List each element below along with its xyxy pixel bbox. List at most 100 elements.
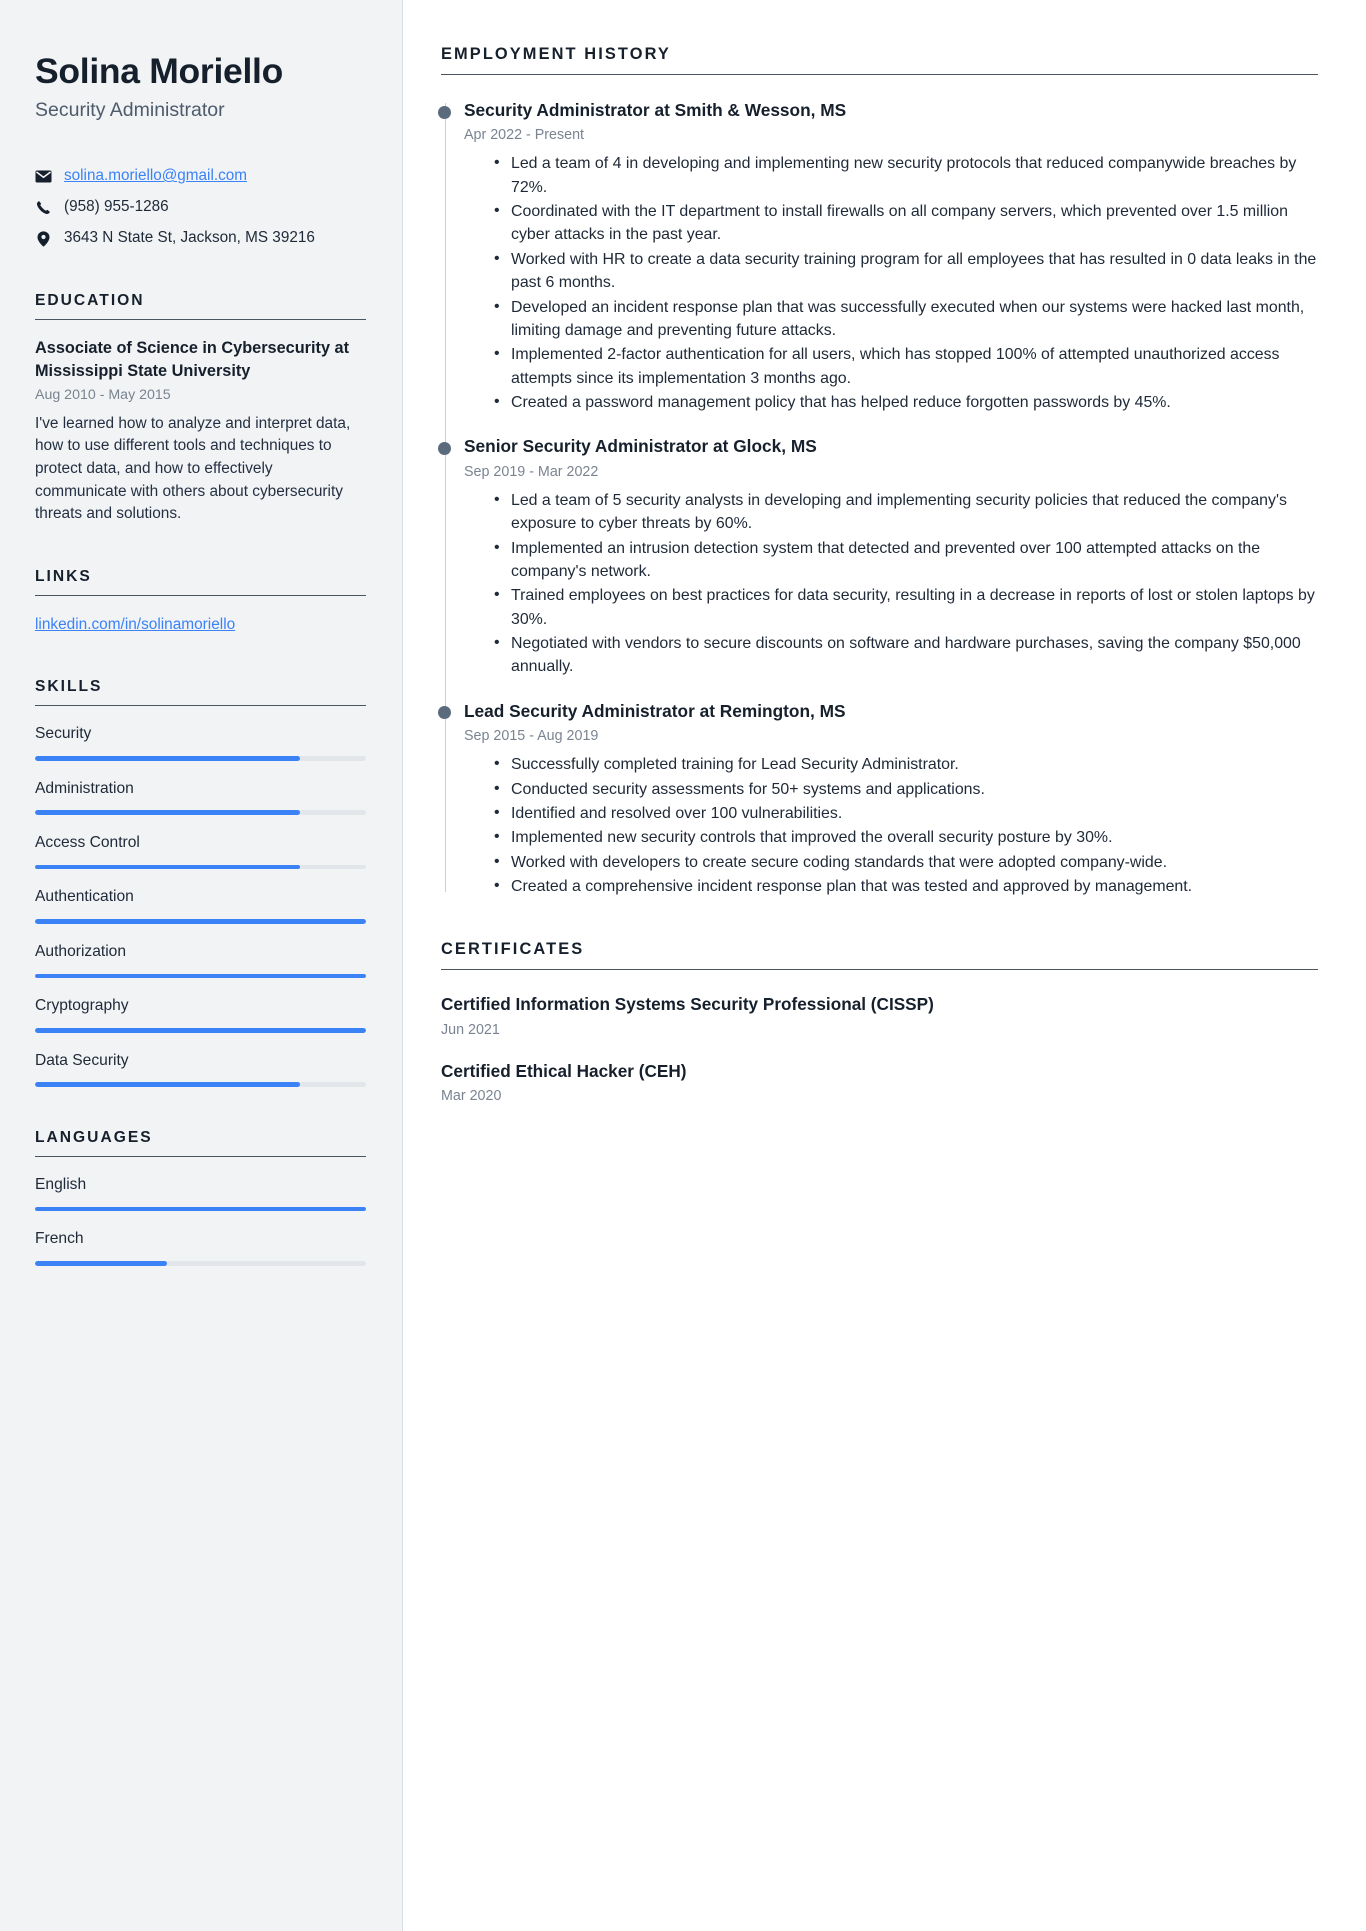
- candidate-name: Solina Moriello: [35, 51, 283, 91]
- links-heading: LINKS: [35, 568, 366, 596]
- certificate-name: Certified Ethical Hacker (CEH): [441, 1060, 687, 1081]
- employment-bullet: Led a team of 4 in developing and implem…: [494, 151, 1318, 199]
- link-item[interactable]: linkedin.com/in/solinamoriello: [35, 616, 235, 633]
- employment-bullet-list: Led a team of 5 security analysts in dev…: [464, 488, 1318, 679]
- location-pin-icon: [35, 230, 52, 247]
- certificate-entry: Certified Information Systems Security P…: [441, 993, 1318, 1039]
- skills-list: Security Administration Access Control Auth…: [35, 723, 366, 1088]
- skill-item: Data Security: [35, 1050, 366, 1088]
- education-degree: Associate of Science in Cybersecurity at…: [35, 338, 349, 380]
- employment-bullet: Identified and resolved over 100 vulnera…: [494, 801, 1318, 825]
- certificates-heading: CERTIFICATES: [441, 940, 1318, 971]
- skill-level-fill: [35, 1028, 366, 1033]
- employment-bullet: Negotiated with vendors to secure discou…: [494, 631, 1318, 679]
- envelope-icon: [35, 170, 52, 183]
- timeline-dot-icon: [437, 706, 451, 720]
- contact-email-row[interactable]: solina.moriello@gmail.com: [35, 165, 366, 187]
- employment-bullet-list: Successfully completed training for Lead…: [464, 752, 1318, 898]
- employment-bullet: Worked with HR to create a data security…: [494, 247, 1318, 295]
- employment-dates: Sep 2015 - Aug 2019: [464, 728, 599, 745]
- certificates-list: Certified Information Systems Security P…: [441, 993, 1318, 1105]
- timeline-dot-icon: [437, 105, 451, 119]
- skill-level-fill: [35, 973, 366, 979]
- employment-dates: Apr 2022 - Present: [464, 127, 585, 144]
- skill-level-fill: [35, 919, 366, 924]
- certificate-date: Jun 2021: [441, 1021, 500, 1038]
- language-item: English: [35, 1174, 366, 1212]
- languages-section: LANGUAGES English French: [35, 1129, 366, 1266]
- employment-bullet: Implemented 2-factor authentication for …: [494, 342, 1318, 390]
- certificates-section: CERTIFICATES Certified Information Syste…: [441, 940, 1318, 1105]
- language-label: English: [35, 1176, 87, 1194]
- contact-phone-row: (958) 955-1286: [35, 196, 366, 218]
- resume-document: Solina Moriello Security Administrator s…: [0, 0, 1366, 1931]
- skill-level-track: [35, 973, 366, 979]
- employment-entry: Lead Security Administrator at Remington…: [437, 700, 1318, 899]
- skill-level-track: [35, 864, 366, 870]
- language-level-track: [35, 1261, 366, 1266]
- skill-level-track: [35, 1082, 366, 1088]
- skill-level-track: [35, 810, 366, 815]
- education-heading: EDUCATION: [35, 292, 366, 320]
- skill-item: Security: [35, 723, 366, 761]
- language-level-fill: [35, 1261, 168, 1266]
- skill-level-track: [35, 919, 366, 924]
- candidate-job-title: Security Administrator: [35, 98, 225, 121]
- skill-label: Cryptography: [35, 997, 129, 1015]
- contact-address-value: 3643 N State St, Jackson, MS 39216: [64, 229, 315, 247]
- skill-label: Access Control: [35, 833, 140, 851]
- languages-list: English French: [35, 1174, 366, 1266]
- skill-label: Administration: [35, 779, 134, 797]
- language-label: French: [35, 1230, 84, 1248]
- employment-bullet: Developed an incident response plan that…: [494, 295, 1318, 343]
- employment-bullet: Implemented an intrusion detection syste…: [494, 536, 1318, 584]
- links-section: LINKS linkedin.com/in/solinamoriello: [35, 568, 366, 636]
- certificate-date: Mar 2020: [441, 1087, 502, 1104]
- employment-bullet: Created a comprehensive incident respons…: [494, 874, 1318, 898]
- skill-label: Authentication: [35, 888, 134, 906]
- skills-section: SKILLS Security Administration Access Cont…: [35, 678, 366, 1088]
- employment-title: Lead Security Administrator at Remington…: [464, 700, 846, 721]
- education-section: EDUCATION Associate of Science in Cybers…: [35, 292, 366, 526]
- sidebar: Solina Moriello Security Administrator s…: [0, 0, 403, 1931]
- employment-bullet: Conducted security assessments for 50+ s…: [494, 777, 1318, 801]
- phone-icon: [35, 200, 52, 215]
- employment-title: Senior Security Administrator at Glock, …: [464, 436, 817, 457]
- employment-timeline: Security Administrator at Smith & Wesson…: [437, 99, 1318, 899]
- skill-label: Security: [35, 725, 92, 743]
- contact-address-row: 3643 N State St, Jackson, MS 39216: [35, 227, 366, 249]
- employment-bullet: Coordinated with the IT department to in…: [494, 199, 1318, 247]
- main-column: EMPLOYMENT HISTORY Security Administrato…: [403, 0, 1366, 1931]
- certificate-entry: Certified Ethical Hacker (CEH) Mar 2020: [441, 1060, 1318, 1106]
- contact-phone-value: (958) 955-1286: [64, 198, 169, 216]
- language-item: French: [35, 1228, 366, 1266]
- contact-email-link[interactable]: solina.moriello@gmail.com: [64, 165, 247, 187]
- employment-dates: Sep 2019 - Mar 2022: [464, 463, 599, 480]
- skill-level-fill: [35, 755, 300, 761]
- employment-entry: Senior Security Administrator at Glock, …: [437, 435, 1318, 679]
- employment-bullet-list: Led a team of 4 in developing and implem…: [464, 151, 1318, 414]
- employment-bullet: Trained employees on best practices for …: [494, 583, 1318, 631]
- skill-label: Data Security: [35, 1051, 129, 1069]
- employment-bullet: Created a password management policy tha…: [494, 390, 1318, 414]
- education-dates: Aug 2010 - May 2015: [35, 386, 171, 403]
- timeline-dot-icon: [437, 441, 451, 455]
- contact-list: solina.moriello@gmail.com (958) 955-1286: [35, 165, 366, 250]
- skill-item: Authorization: [35, 941, 366, 979]
- employment-title: Security Administrator at Smith & Wesson…: [464, 100, 847, 120]
- employment-entry: Security Administrator at Smith & Wesson…: [437, 99, 1318, 414]
- employment-bullet: Successfully completed training for Lead…: [494, 752, 1318, 776]
- skill-item: Administration: [35, 778, 366, 815]
- skill-level-fill: [35, 810, 300, 815]
- employment-section: EMPLOYMENT HISTORY Security Administrato…: [437, 45, 1318, 899]
- skill-label: Authorization: [35, 942, 127, 960]
- skill-item: Cryptography: [35, 995, 366, 1033]
- skill-level-track: [35, 755, 366, 761]
- language-level-fill: [35, 1206, 366, 1212]
- employment-bullet: Led a team of 5 security analysts in dev…: [494, 488, 1318, 536]
- employment-bullet: Implemented new security controls that i…: [494, 825, 1318, 849]
- skill-level-fill: [35, 1082, 300, 1088]
- languages-heading: LANGUAGES: [35, 1129, 366, 1158]
- education-description: I've learned how to analyze and interpre…: [35, 414, 351, 523]
- skill-level-fill: [35, 864, 300, 870]
